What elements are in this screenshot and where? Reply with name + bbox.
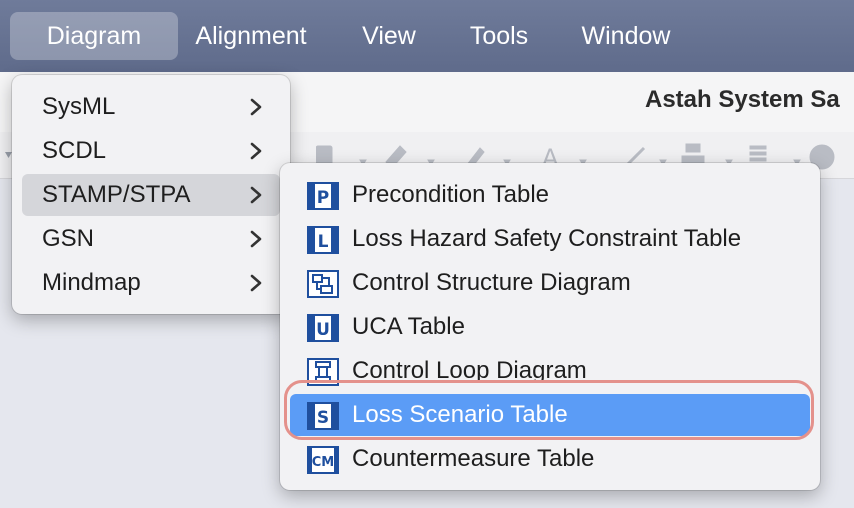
menu-item-label: GSN: [42, 225, 95, 252]
menu-tools[interactable]: Tools: [458, 12, 540, 60]
menu-item-label: Control Structure Diagram: [352, 269, 631, 296]
control-structure-diagram-icon: [307, 270, 339, 298]
menu-item-loss-hazard-safety-constraint-table[interactable]: L Loss Hazard Safety Constraint Table: [290, 218, 810, 260]
menu-item-control-structure-diagram[interactable]: Control Structure Diagram: [290, 262, 810, 304]
menu-item-label: Precondition Table: [352, 181, 550, 208]
menu-diagram[interactable]: Diagram: [10, 12, 178, 60]
chevron-right-icon: [250, 274, 262, 292]
menu-item-stamp-stpa[interactable]: STAMP/STPA: [22, 174, 280, 216]
svg-text:L: L: [318, 232, 329, 252]
menu-view[interactable]: View: [350, 12, 428, 60]
stamp-stpa-submenu: P Precondition Table L Loss Hazard Safet…: [280, 163, 820, 490]
highlight-annotation-ring: [284, 380, 814, 440]
menu-item-mindmap[interactable]: Mindmap: [22, 262, 280, 304]
window-title: Astah System Sa: [645, 86, 840, 113]
svg-text:U: U: [316, 320, 330, 340]
menu-alignment[interactable]: Alignment: [182, 12, 320, 60]
menu-item-scdl[interactable]: SCDL: [22, 130, 280, 172]
menu-item-label: SysML: [42, 93, 116, 120]
menu-item-uca-table[interactable]: U UCA Table: [290, 306, 810, 348]
svg-text:P: P: [317, 188, 329, 208]
chevron-right-icon: [250, 142, 262, 160]
menu-item-label: Mindmap: [42, 269, 141, 296]
chevron-right-icon: [250, 98, 262, 116]
loss-hazard-table-icon: L: [307, 226, 339, 254]
menu-item-label: UCA Table: [352, 313, 465, 340]
precondition-table-icon: P: [307, 182, 339, 210]
menu-item-sysml[interactable]: SysML: [22, 86, 280, 128]
countermeasure-table-icon: CM: [307, 446, 339, 474]
menu-item-precondition-table[interactable]: P Precondition Table: [290, 174, 810, 216]
menu-item-label: STAMP/STPA: [42, 181, 191, 208]
menu-item-label: Loss Hazard Safety Constraint Table: [352, 225, 742, 252]
menu-item-countermeasure-table[interactable]: CM Countermeasure Table: [290, 438, 810, 480]
menu-item-gsn[interactable]: GSN: [22, 218, 280, 260]
chevron-right-icon: [250, 230, 262, 248]
uca-table-icon: U: [307, 314, 339, 342]
menu-window[interactable]: Window: [570, 12, 682, 60]
svg-text:CM: CM: [312, 455, 334, 470]
diagram-dropdown-menu: SysML SCDL STAMP/STPA GSN Mindmap: [12, 75, 290, 314]
menu-bar: Diagram Alignment View Tools Window: [0, 0, 854, 72]
chevron-right-icon: [250, 186, 262, 204]
tree-icon: [685, 143, 701, 153]
menu-item-label: Countermeasure Table: [352, 445, 595, 472]
menu-item-label: SCDL: [42, 137, 107, 164]
